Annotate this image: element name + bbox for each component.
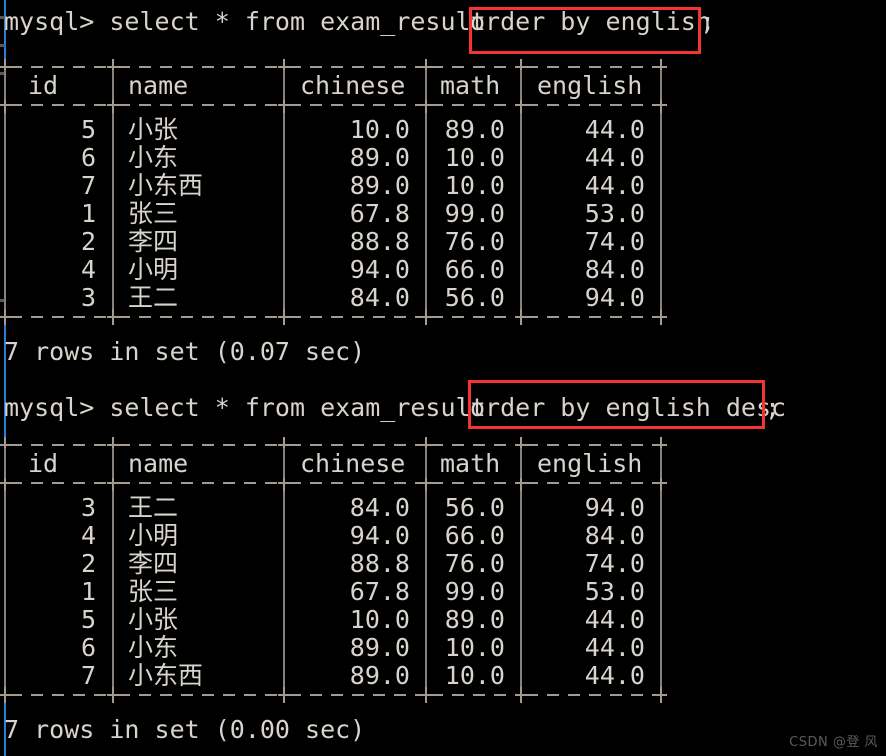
table-column-separator <box>660 488 662 688</box>
table-column-separator <box>4 70 6 100</box>
command-line-2-suffix: ; <box>765 393 781 422</box>
cell-english: 44.0 <box>584 661 645 690</box>
cell-english: 44.0 <box>584 171 645 200</box>
command-line-1-suffix: ; <box>700 7 716 36</box>
command-line-1-prefix[interactable]: mysql> select * from exam_result <box>4 8 501 36</box>
cell-english: 44.0 <box>584 633 645 662</box>
status-line-2: 7 rows in set (0.00 sec) <box>4 715 366 744</box>
cell-english: 44.0 <box>584 605 645 634</box>
table-column-separator <box>283 70 285 100</box>
table-column-separator <box>425 70 427 100</box>
table-column-separator <box>660 448 662 478</box>
cell-english: 44.0 <box>584 143 645 172</box>
table-column-separator <box>112 448 114 478</box>
header-english: english <box>537 71 643 100</box>
cell-english: 94.0 <box>584 493 645 522</box>
cell-english: 44.0 <box>584 115 645 144</box>
header-english: english <box>537 449 643 478</box>
status-line-1: 7 rows in set (0.07 sec) <box>4 337 366 366</box>
command-line-2-prefix[interactable]: mysql> select * from exam_result <box>4 394 501 422</box>
header-math: math <box>440 449 501 478</box>
cell-english: 74.0 <box>584 227 645 256</box>
cell-english: 53.0 <box>584 199 645 228</box>
command-line-2-highlight[interactable]: order by english desc <box>470 394 786 422</box>
csdn-watermark: CSDN @登 风 <box>789 735 878 750</box>
table-column-separator <box>112 70 114 100</box>
header-chinese: chinese <box>300 71 406 100</box>
table-column-separator <box>520 448 522 478</box>
header-name: name <box>128 71 189 100</box>
cell-english: 53.0 <box>584 577 645 606</box>
table-column-separator <box>660 110 662 310</box>
table-column-separator <box>660 70 662 100</box>
table-column-separator <box>425 448 427 478</box>
cell-english: 74.0 <box>584 549 645 578</box>
table-column-separator <box>520 70 522 100</box>
table-column-separator <box>283 448 285 478</box>
cell-english: 84.0 <box>584 255 645 284</box>
command-line-1-highlight[interactable]: order by english <box>470 8 711 36</box>
header-id: id <box>28 449 59 478</box>
header-id: id <box>28 71 59 100</box>
cell-english: 94.0 <box>584 283 645 312</box>
header-math: math <box>440 71 501 100</box>
table-column-separator <box>4 448 6 478</box>
header-chinese: chinese <box>300 449 406 478</box>
header-name: name <box>128 449 189 478</box>
cell-english: 84.0 <box>584 521 645 550</box>
left-margin-tick <box>0 44 5 47</box>
